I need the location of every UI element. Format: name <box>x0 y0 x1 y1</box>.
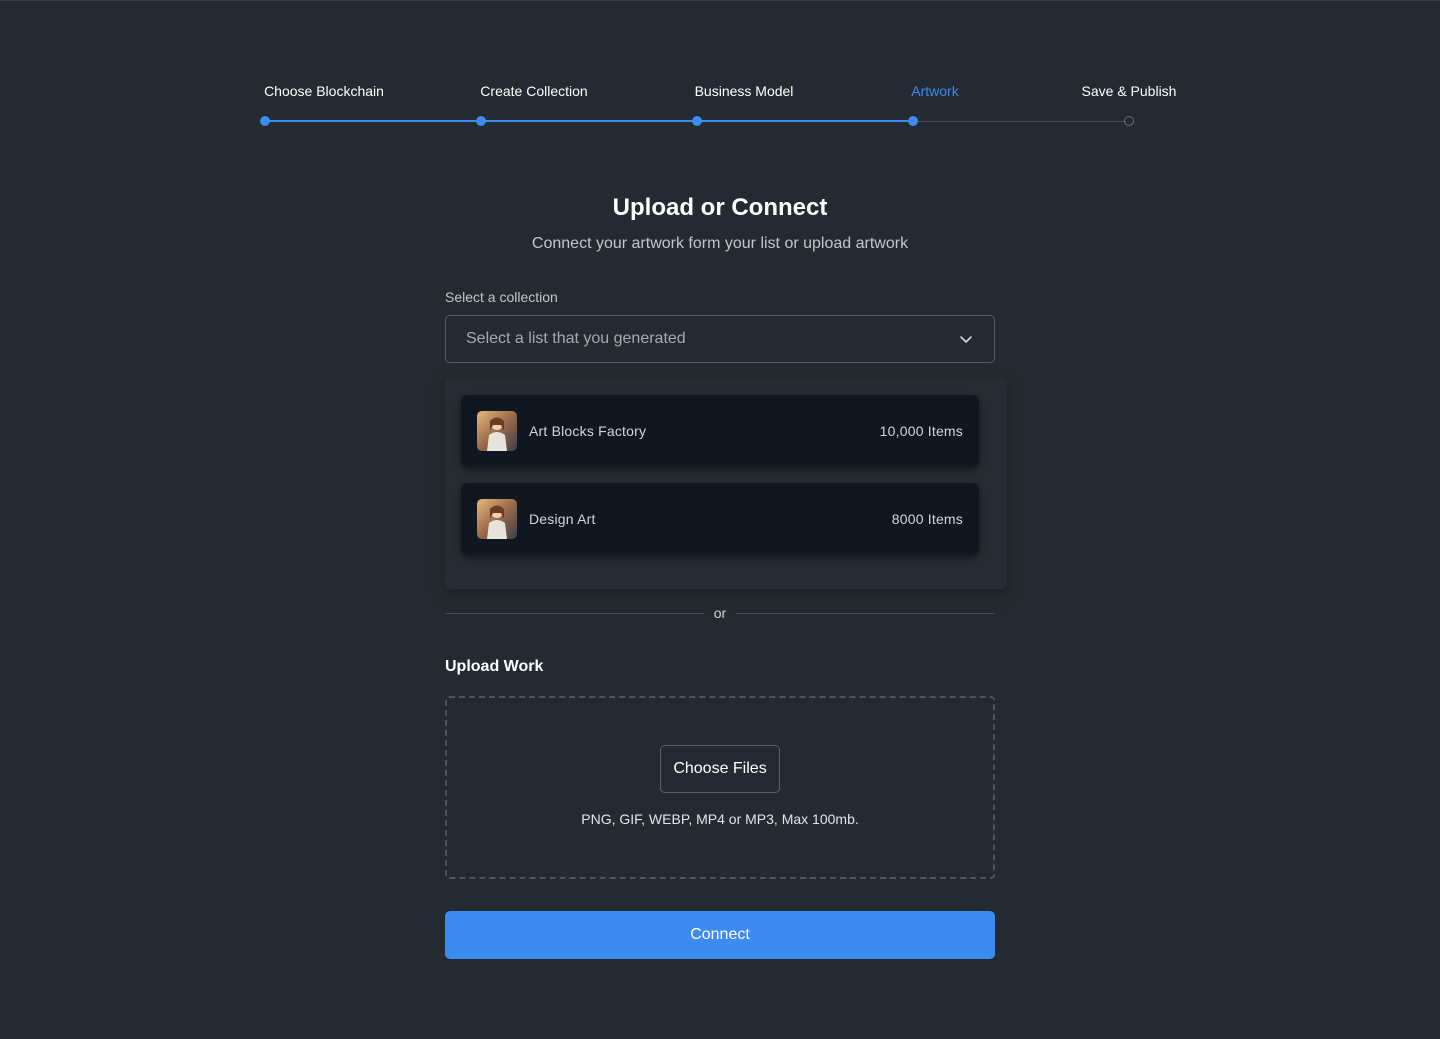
collection-option-count: 8000 Items <box>891 511 963 527</box>
collection-select[interactable]: Select a list that you generated <box>445 315 995 363</box>
step-save-publish[interactable]: Save & Publish <box>1082 82 1177 100</box>
collection-option-name: Art Blocks Factory <box>529 423 647 439</box>
upload-section-title: Upload Work <box>445 658 544 675</box>
divider-or: or <box>713 605 727 621</box>
collection-option-count: 10,000 Items <box>879 423 963 439</box>
step-choose-blockchain[interactable]: Choose Blockchain <box>264 82 384 100</box>
stepper-progress-line <box>265 120 913 122</box>
upload-format-hint: PNG, GIF, WEBP, MP4 or MP3, Max 100mb. <box>581 811 859 827</box>
step-business-model[interactable]: Business Model <box>695 82 794 100</box>
divider-line-left <box>445 613 704 614</box>
collection-option-name: Design Art <box>529 511 596 527</box>
page-subtitle: Connect your artwork form your list or u… <box>531 235 909 252</box>
stepper-remaining-line <box>913 121 1129 122</box>
collection-option-art-blocks-factory[interactable]: Art Blocks Factory 10,000 Items <box>461 395 979 467</box>
progress-stepper: Choose Blockchain Create Collection Busi… <box>0 1 1440 141</box>
collection-select-placeholder: Select a list that you generated <box>466 330 686 347</box>
step-dot-choose-blockchain <box>260 116 270 126</box>
connect-button[interactable]: Connect <box>445 911 995 959</box>
page-title: Upload or Connect <box>612 194 828 221</box>
step-dot-artwork <box>908 116 918 126</box>
divider-line-right <box>736 613 995 614</box>
collection-option-design-art[interactable]: Design Art 8000 Items <box>461 483 979 555</box>
choose-files-button[interactable]: Choose Files <box>660 745 780 793</box>
step-dot-create-collection <box>476 116 486 126</box>
chevron-down-icon <box>960 336 972 343</box>
step-create-collection[interactable]: Create Collection <box>480 82 587 100</box>
step-artwork[interactable]: Artwork <box>911 82 958 100</box>
collection-thumbnail <box>477 499 517 539</box>
collection-select-label: Select a collection <box>445 289 558 305</box>
step-dot-save-publish <box>1124 116 1134 126</box>
collection-thumbnail <box>477 411 517 451</box>
step-dot-business-model <box>692 116 702 126</box>
